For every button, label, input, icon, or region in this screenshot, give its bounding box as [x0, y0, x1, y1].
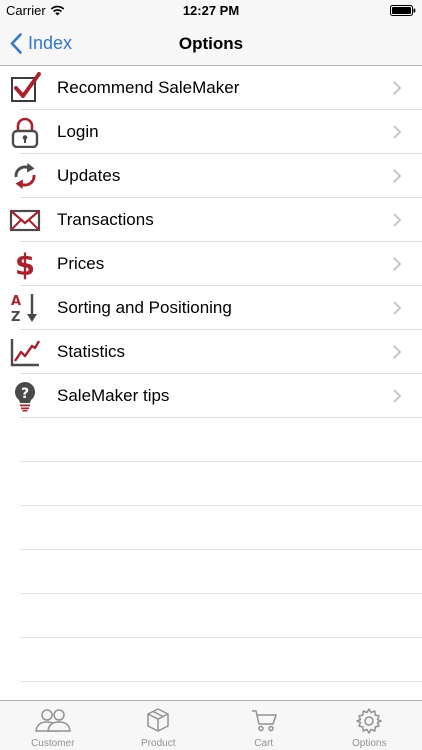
svg-text:Z: Z — [11, 310, 20, 324]
option-prices[interactable]: $ Prices — [0, 242, 422, 286]
empty-row — [0, 506, 422, 550]
svg-text:A: A — [11, 294, 21, 309]
tab-label: Options — [352, 738, 387, 749]
empty-row — [0, 462, 422, 506]
empty-row — [0, 638, 422, 682]
envelope-icon — [9, 204, 41, 236]
customers-icon — [34, 709, 71, 732]
svg-text:?: ? — [21, 386, 29, 402]
gear-icon — [356, 708, 382, 734]
chevron-right-icon — [393, 81, 401, 95]
option-salemaker-tips[interactable]: ? SaleMaker tips — [0, 374, 422, 418]
box-icon — [147, 708, 169, 732]
chevron-right-icon — [393, 169, 401, 183]
option-updates[interactable]: Updates — [0, 154, 422, 198]
option-label: Updates — [57, 166, 121, 185]
tab-customer[interactable]: Customer — [0, 701, 106, 750]
tab-product[interactable]: Product — [106, 701, 212, 750]
svg-text:$: $ — [15, 248, 35, 280]
tab-cart[interactable]: Cart — [211, 701, 317, 750]
dollar-sign-icon: $ — [9, 248, 41, 280]
refresh-arrows-icon — [9, 160, 41, 192]
padlock-icon — [9, 116, 41, 148]
tab-label: Customer — [31, 738, 75, 749]
empty-row — [0, 550, 422, 594]
empty-row — [0, 594, 422, 638]
option-label: Recommend SaleMaker — [57, 78, 240, 97]
option-label: Login — [57, 122, 99, 141]
option-label: Prices — [57, 254, 105, 273]
option-label: Sorting and Positioning — [57, 298, 232, 317]
options-list: Recommend SaleMaker Login Updates Transa… — [0, 66, 422, 682]
option-sorting-positioning[interactable]: A Z Sorting and Positioning — [0, 286, 422, 330]
status-time: 12:27 PM — [182, 3, 240, 18]
chevron-right-icon — [393, 345, 401, 359]
chevron-right-icon — [393, 301, 401, 315]
option-recommend-salemaker[interactable]: Recommend SaleMaker — [0, 66, 422, 110]
tab-label: Product — [141, 738, 176, 749]
line-chart-icon — [9, 336, 41, 368]
option-login[interactable]: Login — [0, 110, 422, 154]
option-statistics[interactable]: Statistics — [0, 330, 422, 374]
battery-icon — [390, 5, 416, 16]
empty-row — [0, 418, 422, 462]
tab-label: Cart — [254, 738, 274, 749]
chevron-right-icon — [393, 213, 401, 227]
chevron-right-icon — [393, 125, 401, 139]
checkbox-check-icon — [9, 72, 41, 104]
chevron-right-icon — [393, 389, 401, 403]
cart-icon — [251, 710, 277, 732]
option-transactions[interactable]: Transactions — [0, 198, 422, 242]
navigation-bar: Index Options — [0, 22, 422, 66]
options-screen: Carrier 12:27 PM Index Options Recommend… — [0, 0, 422, 750]
lightbulb-question-icon: ? — [9, 380, 41, 412]
tab-bar: Customer Product Cart Options — [0, 700, 422, 750]
status-bar: Carrier 12:27 PM — [0, 0, 422, 22]
option-label: Statistics — [57, 342, 126, 361]
sort-az-icon: A Z — [9, 292, 41, 324]
chevron-right-icon — [393, 257, 401, 271]
option-label: Transactions — [57, 210, 154, 229]
page-title: Options — [178, 34, 244, 53]
tab-options[interactable]: Options — [317, 701, 422, 750]
option-label: SaleMaker tips — [57, 386, 170, 405]
